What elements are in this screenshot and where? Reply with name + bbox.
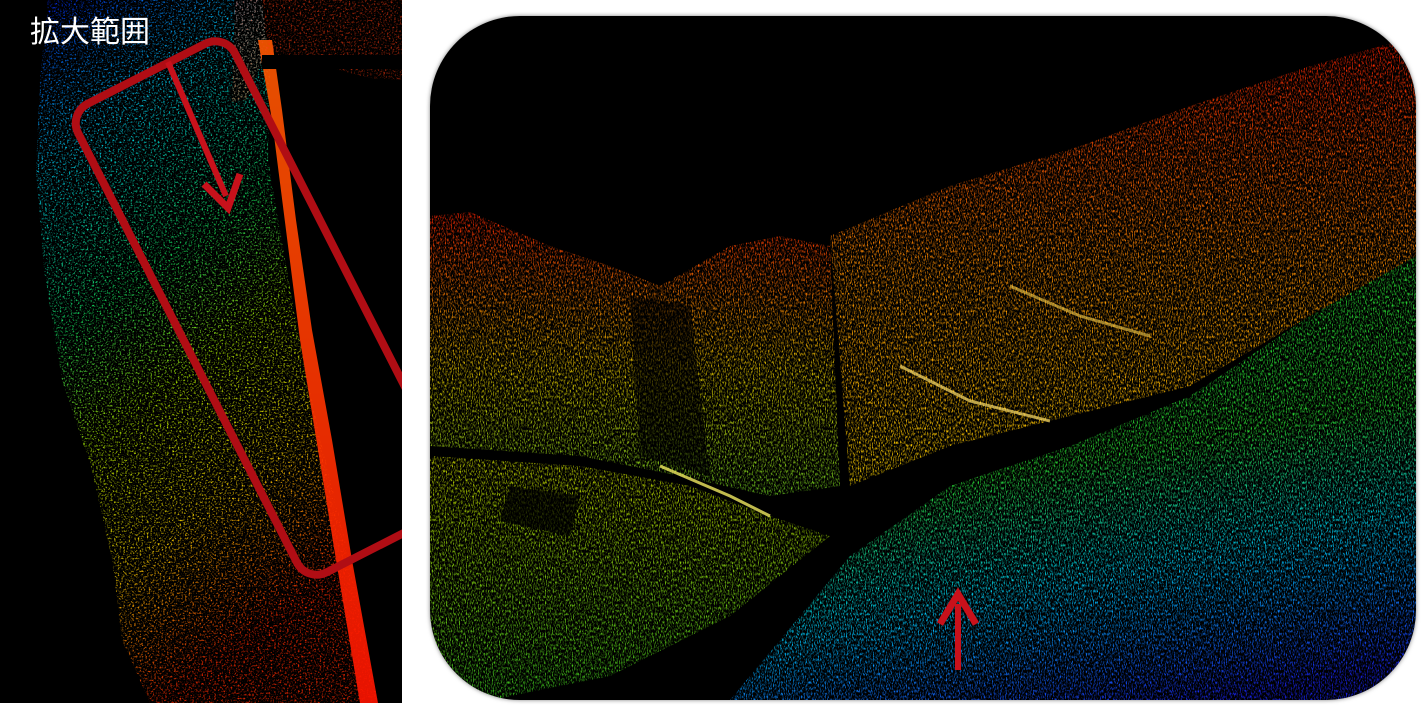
zoom-range-label: 拡大範囲 bbox=[30, 15, 150, 50]
zoomed-pointcloud-image bbox=[430, 36, 1416, 700]
overview-pointcloud-image bbox=[36, 0, 402, 703]
overview-pointcloud-panel: 拡大範囲 bbox=[0, 0, 402, 703]
zoomed-pointcloud-panel bbox=[430, 16, 1416, 700]
